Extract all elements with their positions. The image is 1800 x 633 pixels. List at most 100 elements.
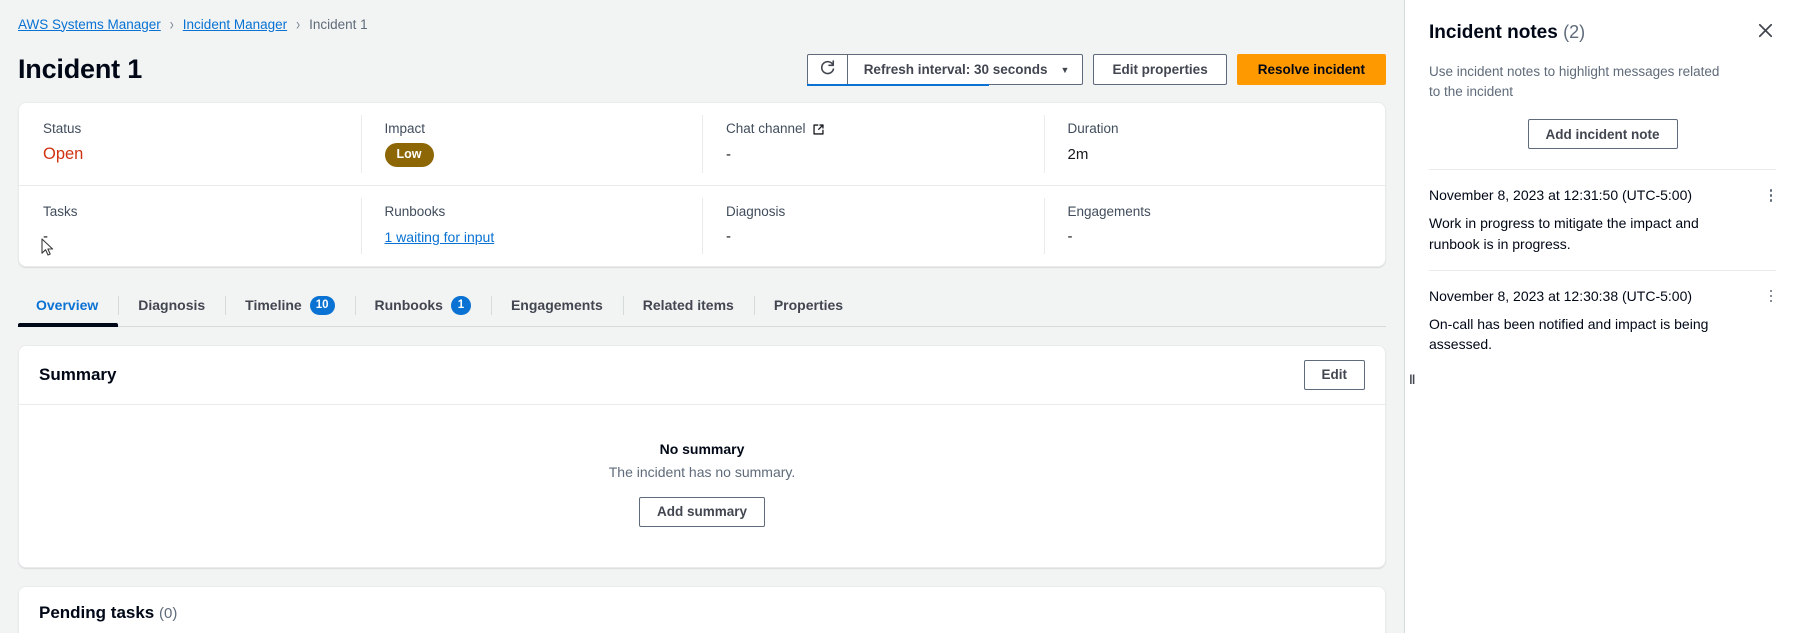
overview-field-chat-channel: Chat channel - [702,103,1044,185]
impact-label: Impact [385,121,681,136]
tab-bar: Overview Diagnosis Timeline 10 Runbooks … [18,285,1386,327]
incident-notes-title: Incident notes (2) [1429,22,1585,44]
impact-value: Low [385,143,681,167]
refresh-icon [819,59,836,79]
resolve-incident-button[interactable]: Resolve incident [1237,54,1386,85]
kebab-menu-icon[interactable] [1766,189,1777,202]
overview-row-2: Tasks - Runbooks 1 waiting for input Dia… [19,185,1385,266]
edit-summary-button[interactable]: Edit [1304,360,1366,390]
summary-empty-state: No summary The incident has no summary. … [19,405,1385,567]
tab-diagnosis-label: Diagnosis [138,297,205,313]
close-panel-button[interactable] [1755,20,1776,41]
external-link-icon [812,123,825,136]
breadcrumb-item-current: Incident 1 [309,17,368,32]
summary-title: Summary [39,365,116,385]
tab-related-items-label: Related items [643,297,734,313]
tab-timeline[interactable]: Timeline 10 [225,285,354,326]
breadcrumb-separator-icon: › [170,16,174,32]
breadcrumb-item-incident-manager[interactable]: Incident Manager [183,17,287,32]
tasks-label: Tasks [43,204,339,219]
page-header: Incident 1 Refresh interval: 30 seconds [18,48,1386,102]
overview-row-1: Status Open Impact Low Chat channel [19,103,1385,185]
incident-note-date: November 8, 2023 at 12:30:38 (UTC-5:00) [1429,287,1692,305]
status-value: Open [43,143,339,165]
close-icon [1757,27,1774,42]
runbooks-value: 1 waiting for input [385,226,681,248]
tab-overview[interactable]: Overview [18,285,118,326]
summary-empty-description: The incident has no summary. [39,464,1365,480]
tab-properties[interactable]: Properties [754,285,863,326]
tab-properties-label: Properties [774,297,843,313]
engagements-label: Engagements [1068,204,1364,219]
breadcrumb-item-aws-systems-manager[interactable]: AWS Systems Manager [18,17,161,32]
impact-badge: Low [385,143,434,167]
main-content-column: AWS Systems Manager › Incident Manager ›… [0,0,1404,633]
tab-timeline-badge: 10 [310,296,335,315]
engagements-value: - [1068,226,1364,248]
overview-field-status: Status Open [19,103,361,185]
overview-field-diagnosis: Diagnosis - [702,186,1044,266]
add-summary-button[interactable]: Add summary [639,497,765,527]
tab-engagements-label: Engagements [511,297,603,313]
overview-field-duration: Duration 2m [1044,103,1386,185]
incident-notes-description: Use incident notes to highlight messages… [1429,62,1729,101]
incident-note-date: November 8, 2023 at 12:31:50 (UTC-5:00) [1429,186,1692,204]
incident-overview-card: Status Open Impact Low Chat channel [18,102,1386,267]
tab-engagements[interactable]: Engagements [491,285,623,326]
chat-channel-label: Chat channel [726,121,1022,136]
incident-notes-title-text: Incident notes [1429,22,1558,43]
header-actions: Refresh interval: 30 seconds ▼ Edit prop… [807,54,1386,85]
tab-runbooks-badge: 1 [451,296,471,315]
summary-card: Summary Edit No summary The incident has… [18,345,1386,568]
duration-label: Duration [1068,121,1364,136]
incident-notes-header: Incident notes (2) [1429,0,1776,44]
refresh-control-group: Refresh interval: 30 seconds ▼ [807,54,1084,85]
incident-note-body: On-call has been notified and impact is … [1429,314,1734,355]
overview-field-impact: Impact Low [361,103,703,185]
chat-channel-value: - [726,143,1022,165]
chevron-down-icon: ▼ [1061,66,1070,75]
incident-notes-count: (2) [1563,22,1585,42]
panel-resize-handle[interactable]: ‖ [1409,373,1414,386]
incident-note-item: November 8, 2023 at 12:30:38 (UTC-5:00) … [1429,270,1776,371]
tab-timeline-label: Timeline [245,297,302,313]
refresh-progress-bar [807,84,990,86]
incident-detail-page: AWS Systems Manager › Incident Manager ›… [0,0,1800,633]
tab-related-items[interactable]: Related items [623,285,754,326]
refresh-interval-label: Refresh interval: 30 seconds [864,62,1048,77]
chat-channel-label-text: Chat channel [726,121,806,136]
refresh-button[interactable] [807,54,848,85]
overview-field-engagements: Engagements - [1044,186,1386,266]
diagnosis-label: Diagnosis [726,204,1022,219]
summary-empty-title: No summary [39,441,1365,457]
tab-diagnosis[interactable]: Diagnosis [118,285,225,326]
duration-value: 2m [1068,143,1364,165]
incident-note-header: November 8, 2023 at 12:31:50 (UTC-5:00) [1429,186,1776,204]
pending-tasks-title-text: Pending tasks [39,603,154,622]
kebab-menu-icon[interactable] [1766,290,1777,303]
incident-note-item: November 8, 2023 at 12:31:50 (UTC-5:00) … [1429,169,1776,270]
summary-header: Summary Edit [19,346,1385,405]
edit-properties-button[interactable]: Edit properties [1093,54,1226,85]
overview-field-runbooks: Runbooks 1 waiting for input [361,186,703,266]
pending-tasks-count: (0) [159,605,177,622]
incident-note-body: Work in progress to mitigate the impact … [1429,213,1734,254]
breadcrumb: AWS Systems Manager › Incident Manager ›… [18,0,1386,48]
pending-tasks-card: Pending tasks (0) [18,586,1386,633]
pending-tasks-title: Pending tasks (0) [39,603,1365,623]
runbooks-waiting-link[interactable]: 1 waiting for input [385,229,495,245]
runbooks-label: Runbooks [385,204,681,219]
add-incident-note-button[interactable]: Add incident note [1528,119,1678,149]
tasks-value: - [43,226,339,248]
diagnosis-value: - [726,226,1022,248]
add-incident-note-action: Add incident note [1429,119,1776,169]
tab-runbooks[interactable]: Runbooks 1 [355,285,491,326]
tab-overview-label: Overview [36,297,98,313]
overview-field-tasks: Tasks - [19,186,361,266]
page-title: Incident 1 [18,54,142,85]
refresh-interval-dropdown[interactable]: Refresh interval: 30 seconds ▼ [848,54,1084,85]
tab-runbooks-label: Runbooks [375,297,443,313]
incident-note-header: November 8, 2023 at 12:30:38 (UTC-5:00) [1429,287,1776,305]
incident-notes-panel: Incident notes (2) Use incident notes to… [1405,0,1800,633]
status-label: Status [43,121,339,136]
